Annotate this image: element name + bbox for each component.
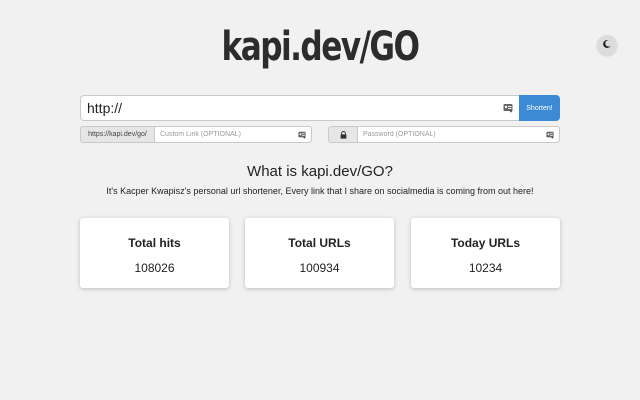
stat-value: 10234 [468,261,503,275]
about-description: It's Kacper Kwapisz's personal url short… [106,186,534,196]
stat-value: 100934 [299,261,340,275]
url-field [80,95,519,121]
site-logo: kapi.dev/GO [221,24,420,70]
domain-prefix: https://kapi.dev/go/ [80,126,154,143]
stat-label: Total hits [128,236,181,250]
password-field [357,126,560,143]
contact-card-icon[interactable] [298,131,306,139]
password-addon [328,126,357,143]
stat-label: Total URLs [288,236,351,250]
stat-card-total-hits: Total hits 108026 [80,218,229,288]
stats-cards: Total hits 108026 Total URLs 100934 Toda… [80,218,560,288]
password-group [328,126,560,143]
stat-value: 108026 [134,261,175,275]
about-title: What is kapi.dev/GO? [247,163,393,180]
theme-toggle-button[interactable] [597,35,617,55]
shorten-button[interactable]: Shorten! [519,95,560,121]
custom-link-field [154,126,312,143]
stat-card-today-urls: Today URLs 10234 [411,218,560,288]
url-input[interactable] [87,100,503,116]
custom-link-input[interactable] [160,131,298,138]
moon-icon [602,36,612,54]
password-input[interactable] [363,131,546,138]
contact-card-icon[interactable] [503,103,513,113]
stat-label: Today URLs [450,236,521,250]
shorten-form: Shorten! [80,95,560,121]
lock-icon [340,130,347,139]
custom-link-group: https://kapi.dev/go/ [80,126,312,143]
stat-card-total-urls: Total URLs 100934 [245,218,394,288]
contact-card-icon[interactable] [546,131,554,139]
